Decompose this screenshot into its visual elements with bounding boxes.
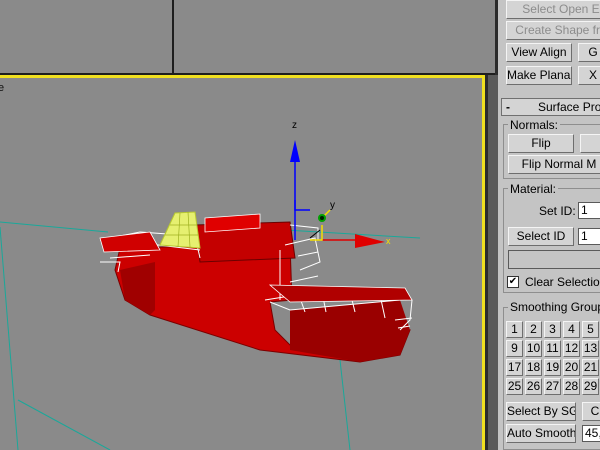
- sg-button[interactable]: 17: [506, 359, 523, 376]
- command-panel: Select Open E Create Shape fro View Alig…: [498, 0, 600, 450]
- set-id-field[interactable]: 1: [578, 202, 600, 219]
- sg-button[interactable]: 29: [582, 378, 599, 395]
- sg-button[interactable]: 5: [582, 321, 599, 338]
- sg-button[interactable]: 1: [506, 321, 523, 338]
- sg-button[interactable]: 20: [563, 359, 580, 376]
- sg-button[interactable]: 12: [563, 340, 580, 357]
- rollout-title[interactable]: Surface Prope: [538, 99, 600, 115]
- create-shape-button[interactable]: Create Shape fro: [506, 21, 600, 40]
- z-axis-label: z: [292, 120, 297, 131]
- surface-properties-rollout[interactable]: - Surface Prope: [501, 98, 600, 116]
- sg-button[interactable]: 3: [544, 321, 561, 338]
- scene-canvas[interactable]: z y x: [0, 78, 485, 450]
- sg-button[interactable]: 13: [582, 340, 599, 357]
- smoothing-groups-title: Smoothing Groups: [508, 300, 600, 314]
- normals-group-title: Normals:: [508, 118, 561, 132]
- perspective-viewport[interactable]: e: [0, 75, 485, 450]
- select-id-button[interactable]: Select ID: [508, 227, 574, 246]
- y-axis-label: y: [330, 200, 335, 211]
- clear-all-sg-button[interactable]: C: [582, 402, 600, 421]
- x-axis-label: x: [386, 236, 391, 246]
- select-id-field[interactable]: 1: [578, 228, 600, 245]
- clear-selection-label: Clear Selection: [525, 275, 600, 289]
- x-planar-button[interactable]: X: [578, 66, 600, 85]
- sg-button[interactable]: 26: [525, 378, 542, 395]
- select-open-edges-button[interactable]: Select Open E: [506, 0, 600, 19]
- viewport-panel-separator: [488, 75, 498, 450]
- transform-gizmo[interactable]: z y x: [290, 120, 391, 248]
- material-name-dropdown[interactable]: [508, 250, 600, 269]
- rollout-collapse-icon[interactable]: -: [506, 99, 510, 115]
- sg-button[interactable]: 21: [582, 359, 599, 376]
- sg-button[interactable]: 18: [525, 359, 542, 376]
- selected-subobject[interactable]: [159, 211, 201, 249]
- sg-button[interactable]: 25: [506, 378, 523, 395]
- sg-button[interactable]: 10: [525, 340, 542, 357]
- make-planar-button[interactable]: Make Planar: [506, 66, 572, 85]
- select-by-sg-button[interactable]: Select By SG: [506, 402, 576, 421]
- material-group-title: Material:: [508, 182, 559, 196]
- unify-button[interactable]: [580, 134, 600, 153]
- sg-button[interactable]: 28: [563, 378, 580, 395]
- auto-smooth-button[interactable]: Auto Smooth: [506, 424, 576, 443]
- sg-button[interactable]: 11: [544, 340, 561, 357]
- sg-button[interactable]: 4: [563, 321, 580, 338]
- flip-normal-mode-button[interactable]: Flip Normal M: [508, 155, 600, 174]
- grid-align-button[interactable]: G: [578, 43, 600, 62]
- view-align-button[interactable]: View Align: [506, 43, 572, 62]
- sg-button[interactable]: 27: [544, 378, 561, 395]
- sg-button[interactable]: 2: [525, 321, 542, 338]
- viewport-divider: [172, 0, 174, 73]
- boat-model[interactable]: [99, 213, 413, 363]
- set-id-label: Set ID:: [539, 204, 576, 218]
- sg-button[interactable]: 9: [506, 340, 523, 357]
- auto-smooth-threshold-field[interactable]: 45,: [582, 425, 600, 442]
- flip-button[interactable]: Flip: [508, 134, 574, 153]
- top-viewport-strip[interactable]: [0, 0, 495, 75]
- sg-button[interactable]: 19: [544, 359, 561, 376]
- clear-selection-checkbox[interactable]: ✔: [507, 276, 519, 288]
